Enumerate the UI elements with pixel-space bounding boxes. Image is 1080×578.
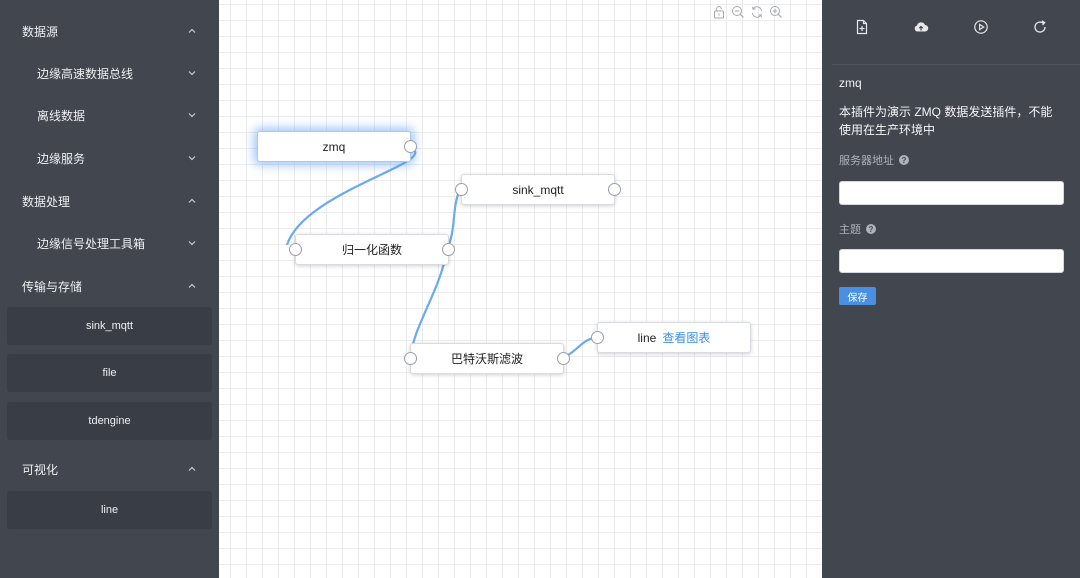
zoom-in-icon[interactable] — [768, 4, 784, 20]
help-icon[interactable]: ? — [899, 155, 909, 165]
node-label: line — [637, 330, 657, 345]
edge-normalize-to-sink-mqtt — [446, 187, 463, 250]
server-address-input[interactable] — [839, 181, 1064, 205]
node-label: 巴特沃斯滤波 — [450, 352, 523, 366]
node-line[interactable]: line 查看图表 — [591, 322, 751, 353]
run-icon[interactable] — [972, 18, 990, 36]
plugin-label: line — [100, 504, 119, 516]
subsection-edge-service[interactable]: 边缘服务 — [0, 143, 219, 173]
subsection-label: 离线数据 — [37, 108, 86, 123]
chevron-up-icon — [187, 281, 197, 291]
node-label: 归一化函数 — [341, 243, 402, 257]
subsection-edge-bus[interactable]: 边缘高速数据总线 — [0, 58, 219, 88]
node-label: zmq — [322, 139, 346, 154]
chevron-down-icon — [187, 153, 197, 163]
chevron-down-icon — [187, 238, 197, 248]
plugin-file[interactable]: file — [7, 354, 212, 392]
plugin-line[interactable]: line — [7, 491, 212, 529]
upload-cloud-icon[interactable] — [912, 18, 930, 36]
panel-toolbar — [822, 0, 1080, 54]
input-port[interactable] — [404, 352, 417, 365]
server-address-label: 服务器地址 ? — [839, 152, 909, 168]
unlock-icon[interactable] — [711, 4, 727, 20]
subsection-label: 边缘服务 — [37, 151, 86, 166]
refresh-icon[interactable] — [749, 4, 765, 20]
node-label: sink_mqtt — [512, 182, 564, 197]
reload-icon[interactable] — [1031, 18, 1049, 36]
edge-normalize-to-butterworth — [409, 248, 449, 359]
section-label: 数据源 — [22, 24, 59, 39]
field-label: 主题 — [839, 224, 861, 236]
input-port[interactable] — [591, 331, 604, 344]
flow-edges — [285, 145, 598, 359]
section-visualization[interactable]: 可视化 — [0, 454, 219, 484]
topic-label: 主题 ? — [839, 221, 876, 237]
section-data-source[interactable]: 数据源 — [0, 16, 219, 46]
panel-divider — [832, 64, 1080, 65]
output-port[interactable] — [557, 352, 570, 365]
node-butterworth-filter[interactable]: 巴特沃斯滤波 — [404, 343, 570, 374]
topic-input[interactable] — [839, 249, 1064, 273]
chevron-down-icon — [187, 110, 197, 120]
node-zmq[interactable]: zmq — [257, 131, 417, 162]
plugin-description: 本插件为演示 ZMQ 数据发送插件，不能使用在生产环境中 — [839, 105, 1053, 137]
node-normalize[interactable]: 归一化函数 — [289, 234, 455, 265]
chevron-up-icon — [187, 26, 197, 36]
field-label: 服务器地址 — [839, 155, 894, 167]
output-port[interactable] — [442, 243, 455, 256]
section-label: 数据处理 — [22, 194, 71, 209]
input-port[interactable] — [455, 183, 468, 196]
view-chart-link[interactable]: 查看图表 — [662, 329, 710, 346]
subsection-label: 边缘信号处理工具箱 — [37, 236, 146, 251]
plugin-sink-mqtt[interactable]: sink_mqtt — [7, 307, 212, 345]
help-icon[interactable]: ? — [866, 224, 876, 234]
input-port[interactable] — [289, 243, 302, 256]
section-label: 可视化 — [22, 462, 59, 477]
section-label: 传输与存储 — [22, 279, 83, 294]
chevron-up-icon — [187, 196, 197, 206]
new-file-icon[interactable] — [853, 18, 871, 36]
properties-panel: zmq 本插件为演示 ZMQ 数据发送插件，不能使用在生产环境中 服务器地址 ?… — [822, 0, 1080, 578]
output-port[interactable] — [608, 183, 621, 196]
section-data-processing[interactable]: 数据处理 — [0, 186, 219, 216]
subsection-label: 边缘高速数据总线 — [37, 66, 134, 81]
chevron-up-icon — [187, 464, 197, 474]
plugin-label: file — [102, 367, 117, 379]
plugin-label: sink_mqtt — [85, 320, 134, 332]
flow-canvas[interactable]: zmq sink_mqtt 归一化函数 巴特沃斯滤波 line 查看图表 — [219, 0, 822, 578]
node-sink-mqtt[interactable]: sink_mqtt — [455, 174, 621, 205]
plugin-title: zmq — [839, 76, 862, 90]
save-button[interactable]: 保存 — [839, 287, 876, 305]
canvas-toolbar — [711, 4, 784, 20]
plugin-tdengine[interactable]: tdengine — [7, 402, 212, 440]
chevron-down-icon — [187, 68, 197, 78]
plugin-sidebar: 数据源 边缘高速数据总线 离线数据 边缘服务 数据处理 边缘信号处理工具箱 传输… — [0, 0, 219, 578]
subsection-offline-data[interactable]: 离线数据 — [0, 100, 219, 130]
section-transport-storage[interactable]: 传输与存储 — [0, 271, 219, 301]
output-port[interactable] — [404, 140, 417, 153]
plugin-label: tdengine — [88, 415, 131, 427]
subsection-signal-toolbox[interactable]: 边缘信号处理工具箱 — [0, 228, 219, 258]
zoom-out-icon[interactable] — [730, 4, 746, 20]
